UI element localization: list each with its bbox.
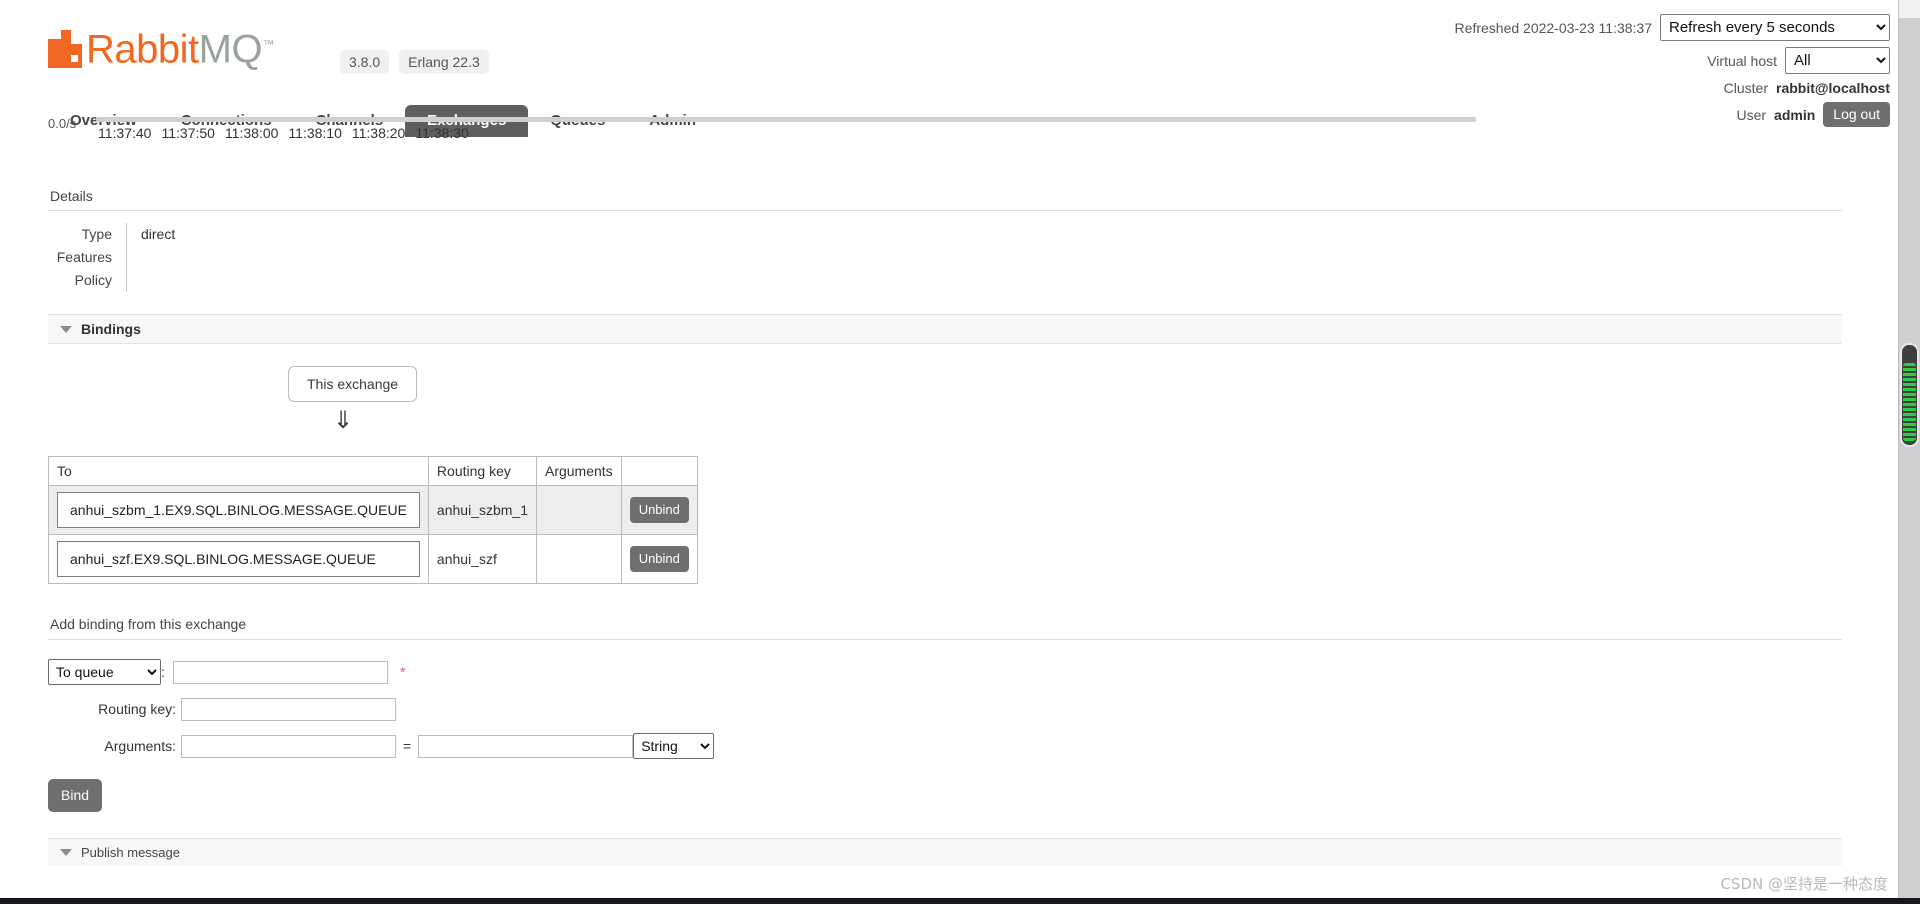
bind-button[interactable]: Bind (48, 779, 102, 812)
refresh-row: Refreshed 2022-03-23 11:38:37 Refresh ev… (1455, 14, 1890, 41)
page-header: RabbitMQ™ 3.8.0 Erlang 22.3 Refreshed 20… (0, 0, 1920, 120)
vertical-scrollbar[interactable] (1898, 0, 1920, 904)
queue-link[interactable]: anhui_szf.EX9.SQL.BINLOG.MESSAGE.QUEUE (57, 541, 420, 577)
bindings-table-head: To Routing key Arguments (49, 457, 698, 486)
erlang-version-badge: Erlang 22.3 (399, 50, 489, 74)
details-heading: Details (48, 184, 1842, 211)
rabbitmq-logo[interactable]: RabbitMQ™ (48, 22, 274, 68)
arguments-row: Arguments: = String (48, 730, 1842, 762)
chart-tick: 11:37:40 (98, 125, 151, 141)
rabbitmq-version-badge: 3.8.0 (340, 50, 389, 74)
routing-key-label: Routing key: (48, 701, 181, 717)
csdn-watermark: CSDN @坚持是一种态度 (1720, 873, 1888, 894)
message-rate-chart-strip: 0.0/s 11:37:40 11:37:50 11:38:00 11:38:1… (48, 120, 1842, 162)
chart-tick: 11:38:00 (225, 125, 278, 141)
destination-row: To queue : * (48, 656, 1842, 688)
bindings-header-row: To Routing key Arguments (49, 457, 698, 486)
add-binding-heading: Add binding from this exchange (48, 612, 1842, 640)
column-header-to: To (49, 457, 429, 486)
destination-colon: : (161, 664, 173, 680)
details-row-policy: Policy (48, 269, 1842, 292)
chart-x-axis-ticks: 11:37:40 11:37:50 11:38:00 11:38:10 11:3… (98, 125, 469, 141)
add-binding-form: To queue : * Routing key: Arguments: = S… (48, 656, 1842, 812)
column-header-routing-key: Routing key (428, 457, 536, 486)
equals-sign: = (396, 738, 418, 754)
column-header-actions (621, 457, 697, 486)
chevron-down-icon[interactable] (60, 849, 72, 856)
binding-to-cell: anhui_szf.EX9.SQL.BINLOG.MESSAGE.QUEUE (49, 535, 429, 584)
details-row-features: Features (48, 246, 1842, 269)
binding-down-arrow-icon: ⇓ (48, 408, 1842, 434)
scrollbar-top-cap (1899, 0, 1920, 18)
this-exchange-node[interactable]: This exchange (288, 366, 417, 402)
cluster-name: rabbit@localhost (1776, 80, 1890, 96)
version-badges: 3.8.0 Erlang 22.3 (340, 50, 489, 74)
chart-y-axis-label: 0.0/s (48, 116, 76, 131)
cluster-label: Cluster (1724, 80, 1768, 96)
binding-routing-key-cell: anhui_szbm_1 (428, 486, 536, 535)
arguments-label: Arguments: (48, 738, 181, 754)
details-value (126, 269, 1842, 292)
chart-plot-remnant (96, 117, 1476, 122)
chevron-down-icon[interactable] (60, 326, 72, 333)
rabbit-logo-icon (48, 30, 82, 68)
unbind-button[interactable]: Unbind (630, 497, 689, 523)
chart-tick: 11:37:50 (161, 125, 214, 141)
bindings-table-body: anhui_szbm_1.EX9.SQL.BINLOG.MESSAGE.QUEU… (49, 486, 698, 584)
logo-tm-mark: ™ (263, 39, 274, 51)
details-key: Features (48, 246, 126, 269)
vhost-label: Virtual host (1707, 53, 1777, 69)
binding-destination-type-select[interactable]: To queue (48, 659, 161, 685)
binding-arguments-cell (536, 486, 621, 535)
table-row: anhui_szbm_1.EX9.SQL.BINLOG.MESSAGE.QUEU… (49, 486, 698, 535)
routing-key-row: Routing key: (48, 693, 1842, 725)
routing-key-input[interactable] (181, 698, 396, 721)
unbind-button[interactable]: Unbind (630, 546, 689, 572)
details-row-type: Type direct (48, 223, 1842, 246)
binding-action-cell: Unbind (621, 535, 697, 584)
details-key: Type (48, 223, 126, 246)
logo-wordmark: RabbitMQ™ (86, 26, 274, 68)
binding-arguments-cell (536, 535, 621, 584)
vhost-select[interactable]: All (1785, 47, 1890, 74)
details-key: Policy (48, 269, 126, 292)
refresh-interval-select[interactable]: Refresh every 5 seconds (1660, 14, 1890, 41)
window-bottom-edge (0, 898, 1920, 904)
publish-message-section-title: Publish message (81, 845, 180, 860)
column-header-arguments: Arguments (536, 457, 621, 486)
chart-tick: 11:38:10 (288, 125, 341, 141)
details-list: Type direct Features Policy (48, 223, 1842, 292)
bindings-section-title: Bindings (81, 321, 141, 337)
logo-rabbit-text: Rabbit (86, 27, 199, 71)
scrollbar-thumb-stripes (1903, 363, 1916, 441)
chart-tick: 11:38:30 (415, 125, 468, 141)
bindings-section-header[interactable]: Bindings (48, 314, 1842, 344)
rabbitmq-management-page: RabbitMQ™ 3.8.0 Erlang 22.3 Refreshed 20… (0, 0, 1920, 904)
queue-link[interactable]: anhui_szbm_1.EX9.SQL.BINLOG.MESSAGE.QUEU… (57, 492, 420, 528)
argument-type-select[interactable]: String (633, 733, 714, 759)
chart-tick: 11:38:20 (352, 125, 405, 141)
binding-action-cell: Unbind (621, 486, 697, 535)
bindings-table: To Routing key Arguments anhui_szbm_1.EX… (48, 456, 698, 584)
window-left-edge (0, 0, 6, 904)
destination-input[interactable] (173, 661, 388, 684)
main-content: 0.0/s 11:37:40 11:37:50 11:38:00 11:38:1… (0, 120, 1890, 866)
cluster-row: Cluster rabbit@localhost (1455, 80, 1890, 96)
binding-to-cell: anhui_szbm_1.EX9.SQL.BINLOG.MESSAGE.QUEU… (49, 486, 429, 535)
table-row: anhui_szf.EX9.SQL.BINLOG.MESSAGE.QUEUE a… (49, 535, 698, 584)
refreshed-timestamp: Refreshed 2022-03-23 11:38:37 (1455, 20, 1652, 36)
publish-message-section-header[interactable]: Publish message (48, 838, 1842, 866)
logo-mq-text: MQ (199, 27, 262, 71)
details-value: direct (126, 223, 1842, 246)
argument-value-input[interactable] (418, 735, 633, 758)
binding-routing-key-cell: anhui_szf (428, 535, 536, 584)
details-value (126, 246, 1842, 269)
argument-key-input[interactable] (181, 735, 396, 758)
scrollbar-thumb[interactable] (1902, 345, 1917, 445)
binding-diagram: This exchange (48, 366, 1842, 402)
required-asterisk: * (400, 664, 406, 681)
vhost-row: Virtual host All (1455, 47, 1890, 74)
